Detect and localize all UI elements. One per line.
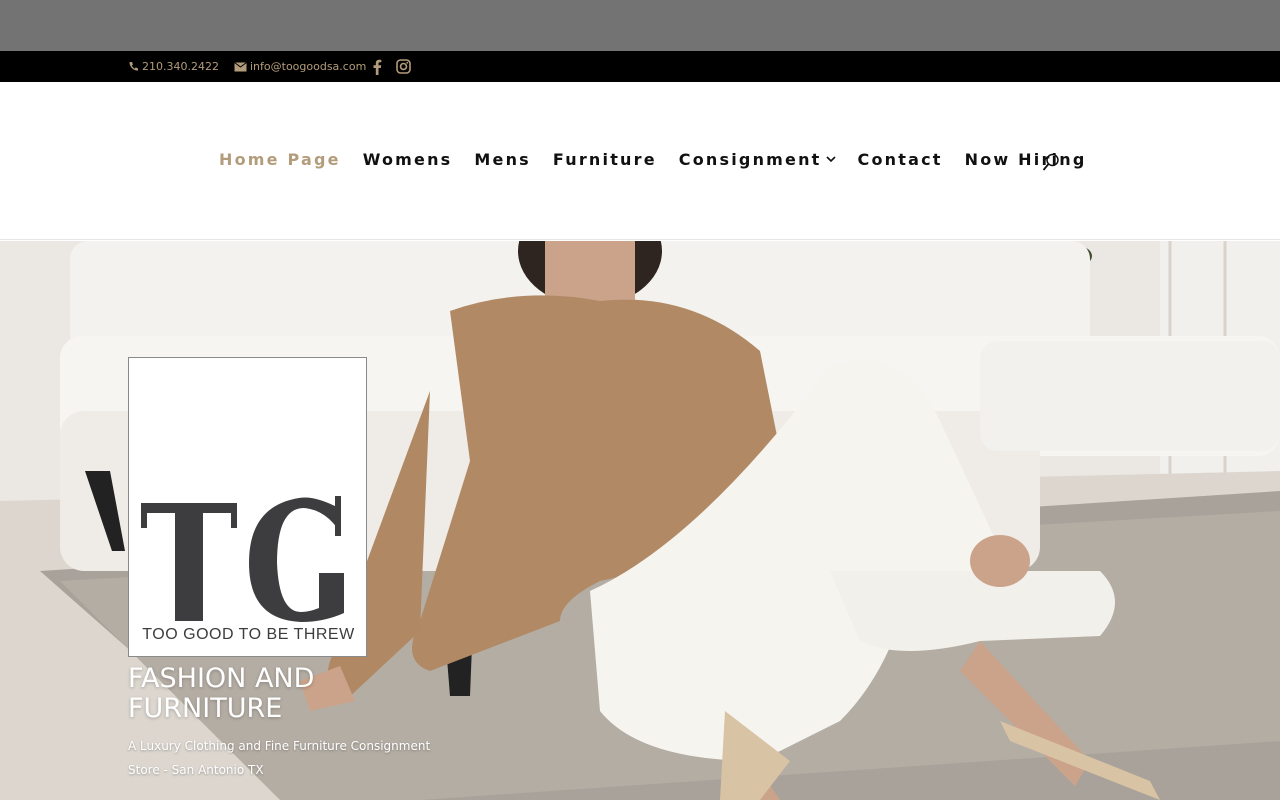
envelope-icon [234,61,247,72]
instagram-icon [396,59,411,74]
facebook-link[interactable] [372,51,382,82]
email-link[interactable]: info@toogoodsa.com [234,51,366,82]
site-header: Home Page Womens Mens Furniture Consignm… [0,82,1280,240]
nav-contact[interactable]: Contact [858,150,943,169]
nav-home-page[interactable]: Home Page [219,150,341,169]
logo-tagline: TOO GOOD TO BE THREW [142,626,355,643]
phone-number: 210.340.2422 [142,60,219,73]
nav-mens[interactable]: Mens [474,150,531,169]
facebook-icon [372,59,382,75]
nav-furniture[interactable]: Furniture [553,150,657,169]
search-button[interactable] [1042,153,1060,176]
search-icon [1042,153,1060,176]
nav-consignment-label: Consignment [678,150,822,169]
top-info-bar: 210.340.2422 info@toogoodsa.com [0,51,1280,82]
nav-consignment[interactable]: Consignment [679,150,836,169]
chevron-down-icon [825,156,836,163]
hero-subtitle: A Luxury Clothing and Fine Furniture Con… [128,739,431,777]
nav-now-hiring[interactable]: Now Hiring [965,150,1087,169]
phone-icon [128,61,139,72]
brand-logo[interactable]: TG TOO GOOD TO BE THREW [128,357,367,657]
main-navigation: Home Page Womens Mens Furniture Consignm… [219,150,1108,169]
hero-title: FASHION AND FURNITURE [128,663,315,724]
browser-top-strip [0,0,1280,51]
nav-womens[interactable]: Womens [363,150,453,169]
phone-link[interactable]: 210.340.2422 [128,51,219,82]
instagram-link[interactable] [396,51,411,82]
email-address: info@toogoodsa.com [250,60,367,73]
